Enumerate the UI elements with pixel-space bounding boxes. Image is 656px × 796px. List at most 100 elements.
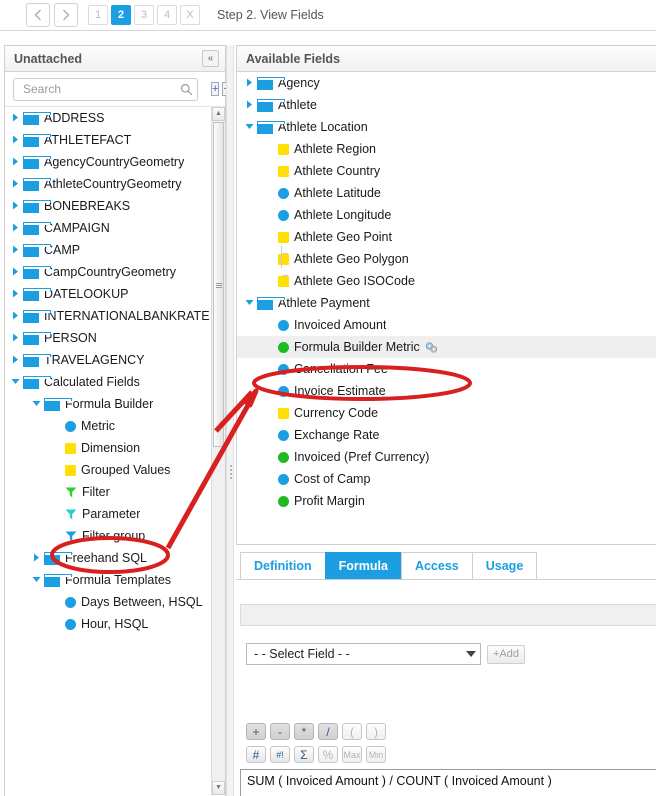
chevron-down-icon[interactable] (11, 377, 23, 388)
tree-item[interactable]: Profit Margin (237, 490, 656, 512)
tree-item[interactable]: ATHLETEFACT (5, 129, 211, 151)
operator--button[interactable]: ( (342, 723, 362, 740)
tree-item[interactable]: Hour, HSQL (5, 613, 211, 635)
tab-usage[interactable]: Usage (471, 552, 538, 579)
tree-item[interactable]: Athlete Payment (237, 292, 656, 314)
tree-item[interactable]: TRAVELAGENCY (5, 349, 211, 371)
tree-item[interactable]: CAMP (5, 239, 211, 261)
tree-item[interactable]: ADDRESS (5, 107, 211, 129)
search-icon[interactable] (180, 83, 193, 96)
operator--button[interactable]: * (294, 723, 314, 740)
chevron-right-icon[interactable] (11, 223, 23, 234)
tree-item[interactable]: INTERNATIONALBANKRATE (5, 305, 211, 327)
chevron-right-icon[interactable] (11, 201, 23, 212)
scrollbar-thumb[interactable] (213, 122, 224, 447)
chevron-down-icon[interactable] (32, 399, 44, 410)
tree-item[interactable]: Freehand SQL (5, 547, 211, 569)
select-field-dropdown[interactable]: - - Select Field - - (246, 643, 481, 665)
tree-item[interactable]: Cancellation Fee (237, 358, 656, 380)
tree-item[interactable]: Agency (237, 72, 656, 94)
search-input[interactable] (21, 81, 180, 97)
tree-item[interactable]: Athlete (237, 94, 656, 116)
formula-text-area[interactable]: SUM ( Invoiced Amount ) / COUNT ( Invoic… (240, 769, 656, 796)
tree-item[interactable]: DATELOOKUP (5, 283, 211, 305)
function--button[interactable]: #! (270, 746, 290, 763)
tree-item[interactable]: Athlete Latitude (237, 182, 656, 204)
function--button[interactable]: # (246, 746, 266, 763)
collapse-panel-button[interactable]: « (202, 50, 219, 67)
tree-item[interactable]: CAMPAIGN (5, 217, 211, 239)
tree-item[interactable]: Athlete Longitude (237, 204, 656, 226)
tree-item[interactable]: Athlete Country (237, 160, 656, 182)
function--button[interactable]: % (318, 746, 338, 763)
chevron-right-icon[interactable] (11, 179, 23, 190)
add-field-button[interactable]: +Add (487, 644, 525, 664)
tree-item[interactable]: Filter (5, 481, 211, 503)
tree-item[interactable]: Formula Builder (5, 393, 211, 415)
expand-all-button[interactable]: + (211, 82, 220, 96)
tree-item[interactable]: Metric (5, 415, 211, 437)
tree-item[interactable]: Currency Code (237, 402, 656, 424)
tree-item[interactable]: Invoice Estimate (237, 380, 656, 402)
tree-item[interactable]: Cost of Camp (237, 468, 656, 490)
operator--button[interactable]: / (318, 723, 338, 740)
tree-item[interactable]: Athlete Geo Polygon (237, 248, 656, 270)
tree-item[interactable]: Formula Builder Metric (237, 336, 656, 358)
tree-item[interactable]: Invoiced (Pref Currency) (237, 446, 656, 468)
chevron-right-icon[interactable] (11, 157, 23, 168)
function-Max-button[interactable]: Max (342, 746, 362, 763)
wizard-step-2[interactable]: 2 (111, 5, 131, 25)
chevron-right-icon[interactable] (245, 100, 257, 111)
available-fields-tree-scroll[interactable]: Agency Athlete Athlete Location Athlete Reg… (237, 72, 656, 512)
tree-item[interactable]: Athlete Region (237, 138, 656, 160)
operator--button[interactable]: - (270, 723, 290, 740)
chevron-right-icon[interactable] (11, 135, 23, 146)
tree-item[interactable]: AthleteCountryGeometry (5, 173, 211, 195)
chevron-down-icon[interactable] (245, 122, 257, 133)
scroll-up-arrow[interactable]: ▲ (212, 107, 225, 121)
wizard-step-1[interactable]: 1 (88, 5, 108, 25)
chevron-down-icon[interactable] (245, 298, 257, 309)
operator--button[interactable]: + (246, 723, 266, 740)
wizard-close-step[interactable]: X (180, 5, 200, 25)
tree-item[interactable]: Invoiced Amount (237, 314, 656, 336)
tree-item[interactable]: Exchange Rate (237, 424, 656, 446)
tab-definition[interactable]: Definition (240, 552, 326, 579)
wizard-prev-button[interactable] (26, 3, 50, 27)
wizard-step-4[interactable]: 4 (157, 5, 177, 25)
chevron-right-icon[interactable] (11, 113, 23, 124)
tree-item[interactable]: Grouped Values (5, 459, 211, 481)
gear-icon[interactable] (425, 341, 438, 353)
chevron-right-icon[interactable] (32, 553, 44, 564)
scroll-down-arrow[interactable]: ▼ (212, 781, 225, 795)
tree-item[interactable]: AgencyCountryGeometry (5, 151, 211, 173)
chevron-right-icon[interactable] (245, 78, 257, 89)
tab-formula[interactable]: Formula (324, 552, 402, 579)
function--button[interactable]: Σ (294, 746, 314, 763)
wizard-step-3[interactable]: 3 (134, 5, 154, 25)
tree-item[interactable]: Formula Templates (5, 569, 211, 591)
unattached-scrollbar[interactable]: ▲ ▼ (211, 107, 225, 795)
chevron-down-icon[interactable] (32, 575, 44, 586)
tree-item[interactable]: Calculated Fields (5, 371, 211, 393)
tree-item[interactable]: Days Between, HSQL (5, 591, 211, 613)
operator--button[interactable]: ) (366, 723, 386, 740)
tree-item[interactable]: Athlete Location (237, 116, 656, 138)
tree-item[interactable]: Parameter (5, 503, 211, 525)
tree-item[interactable]: Dimension (5, 437, 211, 459)
chevron-right-icon[interactable] (11, 245, 23, 256)
unattached-tree-scroll[interactable]: ADDRESS ATHLETEFACT AgencyCountryGeometry A… (5, 107, 211, 795)
tree-item[interactable]: Athlete Geo Point (237, 226, 656, 248)
wizard-next-button[interactable] (54, 3, 78, 27)
function-Min-button[interactable]: Min (366, 746, 386, 763)
tree-item[interactable]: Athlete Geo ISOCode (237, 270, 656, 292)
chevron-right-icon[interactable] (11, 311, 23, 322)
chevron-right-icon[interactable] (11, 333, 23, 344)
tree-item[interactable]: Filter group (5, 525, 211, 547)
tab-access[interactable]: Access (400, 552, 473, 579)
tree-item[interactable]: CampCountryGeometry (5, 261, 211, 283)
tree-item[interactable]: PERSON (5, 327, 211, 349)
chevron-right-icon[interactable] (11, 267, 23, 278)
chevron-right-icon[interactable] (11, 289, 23, 300)
tree-item[interactable]: BONEBREAKS (5, 195, 211, 217)
